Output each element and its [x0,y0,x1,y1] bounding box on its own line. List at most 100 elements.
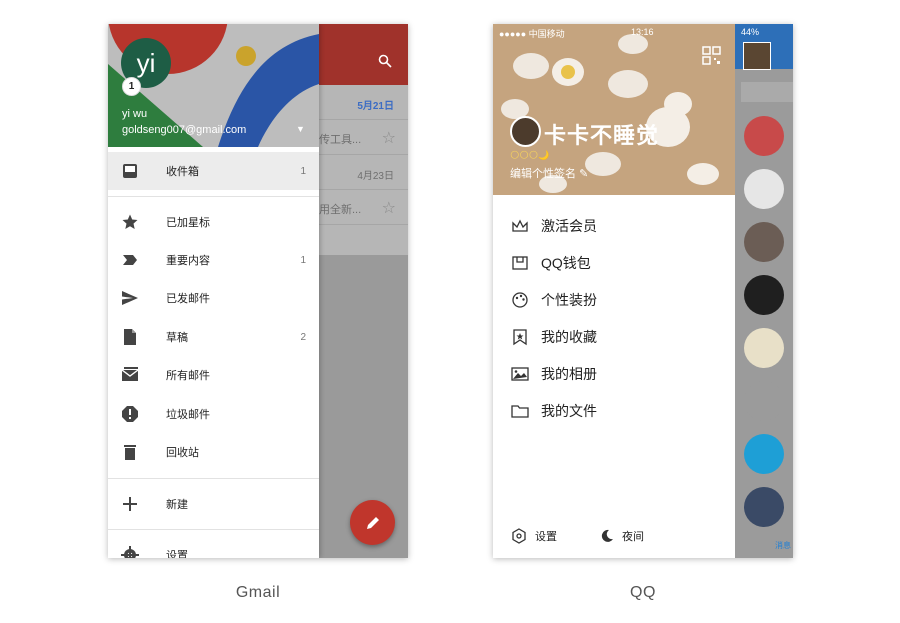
account-email: goldseng007@gmail.com [122,124,247,136]
spam-icon [122,406,138,422]
pencil-icon: ✎ [579,168,589,180]
avatar[interactable] [510,116,541,147]
drawer-item-new[interactable]: 新建 [108,485,319,523]
settings-label: 设置 [535,531,557,543]
palette-icon [512,291,528,308]
drawer-item-label: 草稿 [166,332,188,344]
qq-screenshot: 消息 卡卡不睡觉 🌕🌕🌕🌙 编辑个性签名 ✎ 激活会员 QQ钱包 个性装扮 我的… [493,24,793,558]
conversation-avatar[interactable] [744,116,784,156]
notification-badge: 1 [122,77,141,96]
profile-header[interactable]: 卡卡不睡觉 🌕🌕🌕🌙 编辑个性签名 ✎ [493,24,735,195]
drawer-item-inbox[interactable]: 收件箱 1 [108,152,319,190]
divider [108,529,319,530]
conversation-avatar[interactable] [744,275,784,315]
menu-item-vip[interactable]: 激活会员 [493,207,735,244]
rail-search[interactable] [741,82,793,102]
conversation-avatar[interactable] [744,222,784,262]
drawer-item-drafts[interactable]: 草稿 2 [108,318,319,356]
drawer-item-label: 已发邮件 [166,293,210,305]
menu-item-label: 我的文件 [541,402,597,419]
search-icon[interactable] [378,54,392,68]
qq-side-panel: 卡卡不睡觉 🌕🌕🌕🌙 编辑个性签名 ✎ 激活会员 QQ钱包 个性装扮 我的收藏 [493,24,735,558]
menu-item-label: 激活会员 [541,217,597,234]
menu-item-label: 个性装扮 [541,291,597,308]
divider [108,196,319,197]
all-mail-icon [121,367,139,381]
drawer-item-starred[interactable]: 已加星标 [108,203,319,241]
drawer-item-count: 1 [300,165,306,177]
drawer-item-label: 设置 [166,550,188,558]
gear-icon [121,546,139,558]
divider [108,478,319,479]
account-name: yi wu [122,108,148,120]
account-header[interactable]: yi 1 yi wu goldseng007@gmail.com ▼ [108,24,319,147]
drawer-item-label: 已加星标 [166,217,210,229]
settings-button[interactable]: 设置 [511,524,557,548]
chat-bubble-icon[interactable] [744,434,784,474]
message-date: 5月21日 [357,101,394,112]
list-item: 5月21日 [319,85,408,120]
menu-item-files[interactable]: 我的文件 [493,392,735,429]
drawer-item-all-mail[interactable]: 所有邮件 [108,356,319,394]
chevron-down-icon[interactable]: ▼ [296,124,305,134]
menu-item-label: QQ钱包 [541,254,591,271]
menu-item-label: 我的收藏 [541,328,597,345]
bookmark-star-icon [513,328,527,345]
conversation-avatar[interactable] [744,169,784,209]
nickname: 卡卡不睡觉 [544,123,660,148]
drawer-item-count: 2 [300,331,306,343]
trash-icon [124,445,136,460]
avatar[interactable] [743,42,771,70]
menu-item-favorites[interactable]: 我的收藏 [493,318,735,355]
battery-level: 44% [741,27,760,37]
photo-icon [511,366,529,381]
message-snippet: 传工具... [319,134,362,146]
menu-item-label: 我的相册 [541,365,597,382]
important-icon [123,255,137,265]
crown-icon [512,219,528,232]
message-snippet: 用全新... [319,204,362,216]
clock: 13:16 [631,27,654,37]
status-bar: ●●●●● 中国移动 13:16 44% [493,24,793,40]
drawer-item-sent[interactable]: 已发邮件 [108,279,319,317]
gmail-screenshot: 5月21日 传工具... ☆ 4月23日 用全新... ☆ yi 1 yi wu… [108,24,408,558]
drawer-item-label: 垃圾邮件 [166,409,210,421]
moon-icon [601,529,613,542]
gear-icon [512,528,526,544]
menu-item-album[interactable]: 我的相册 [493,355,735,392]
conversation-avatar[interactable] [744,381,784,421]
list-item: 传工具... ☆ [319,120,408,155]
qr-code-icon[interactable] [702,46,721,65]
list-item: 4月23日 [319,155,408,190]
tab-messages[interactable]: 消息 [775,540,791,551]
inbox-icon [123,164,137,178]
drawer-item-label: 重要内容 [166,255,210,267]
send-icon [122,291,138,305]
conversation-avatar[interactable] [744,328,784,368]
conversation-avatar[interactable] [744,487,784,527]
gmail-message-list-behind: 5月21日 传工具... ☆ 4月23日 用全新... ☆ [319,85,408,255]
drawer-item-label: 收件箱 [166,166,199,178]
menu-item-themes[interactable]: 个性装扮 [493,281,735,318]
drawer-item-settings[interactable]: 设置 [108,536,319,558]
level-badges: 🌕🌕🌕🌙 [510,150,550,160]
compose-button[interactable] [350,500,395,545]
drawer-item-trash[interactable]: 回收站 [108,433,319,471]
signature-text: 编辑个性签名 [510,168,576,180]
pencil-icon [366,516,379,529]
star-outline-icon[interactable]: ☆ [382,128,396,148]
drawer-item-important[interactable]: 重要内容 1 [108,241,319,279]
menu-item-wallet[interactable]: QQ钱包 [493,244,735,281]
drawer-item-label: 所有邮件 [166,370,210,382]
gmail-toolbar-behind [319,24,408,85]
star-outline-icon[interactable]: ☆ [382,198,396,218]
drawer-item-label: 新建 [166,499,188,511]
night-mode-button[interactable]: 夜间 [600,524,644,548]
drawer-item-spam[interactable]: 垃圾邮件 [108,395,319,433]
message-date: 4月23日 [357,171,394,182]
plus-icon [123,497,137,511]
signature-edit[interactable]: 编辑个性签名 ✎ [510,165,588,181]
gmail-caption: Gmail [235,584,281,601]
drawer-item-count: 1 [300,254,306,266]
draft-icon [124,329,136,345]
